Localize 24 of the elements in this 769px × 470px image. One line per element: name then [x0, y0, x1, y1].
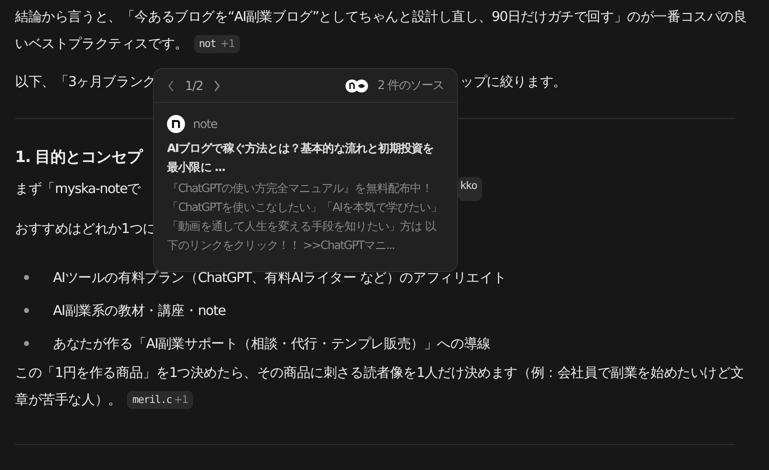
paragraph-fragment: 以下、「3ヶ月ブランク: [15, 73, 156, 92]
list-item-text: あなたが作る「AI副業サポート（相談・代行・テンプレ販売）」への導線: [53, 334, 490, 352]
source-site-name: note: [193, 117, 218, 131]
chevron-left-icon[interactable]: [167, 80, 175, 92]
source-count[interactable]: 2 件のソース: [377, 77, 444, 94]
section-heading: 1. 目的とコンセプ: [15, 147, 142, 168]
paragraph-fragment: まず「myska-noteで: [15, 180, 141, 199]
source-favicons-icon: [345, 78, 370, 92]
chevron-right-icon[interactable]: [213, 80, 222, 92]
list-item-text: AIツールの有料プラン（ChatGPT、有料AIライター など）のアフィリエイト: [53, 268, 506, 286]
bullet-dot-icon: [24, 275, 29, 280]
source-title-link[interactable]: AIブログで稼ぐ方法とは？基本的な流れと初期投資を最小限に ...: [167, 139, 444, 177]
list-item-text: AI副業系の教材・講座・note: [53, 302, 226, 320]
citation-chip[interactable]: meril.c +1: [127, 391, 193, 410]
citation-chip[interactable]: not +1: [194, 35, 240, 54]
bullet-dot-icon: [24, 341, 29, 346]
page-indicator: 1/2: [185, 78, 204, 93]
bullet-dot-icon: [24, 308, 29, 313]
source-snippet: 『ChatGPTの使い方完全マニュアル』を無料配布中！「ChatGPTを使いこなしたい」「AIを本気で学びたい」「動画を通して人生を変える手段を知りたい」方は 以下のリンクをクリック！！ >>ChatGPTマニ...: [167, 180, 443, 254]
paragraph-fragment: ップに絞ります。: [460, 73, 568, 92]
citation-chip[interactable]: kko: [458, 177, 482, 201]
site-logo-icon: [167, 115, 185, 133]
answer-paragraph: 結論から言うと、「今あるブログを“AI副業ブログ”としてちゃんと設計し直し、90日だけガチで回す」のが一番コスパの良いベストプラクティスです。 not +1: [15, 8, 748, 56]
answer-paragraph: この「1円を作る商品」を1つ決めたら、その商品に刺さる読者像を1人だけ決めます（例：会社員で副業を始めたいけど文章が苦手な人）。 meril.c +1: [15, 364, 745, 412]
